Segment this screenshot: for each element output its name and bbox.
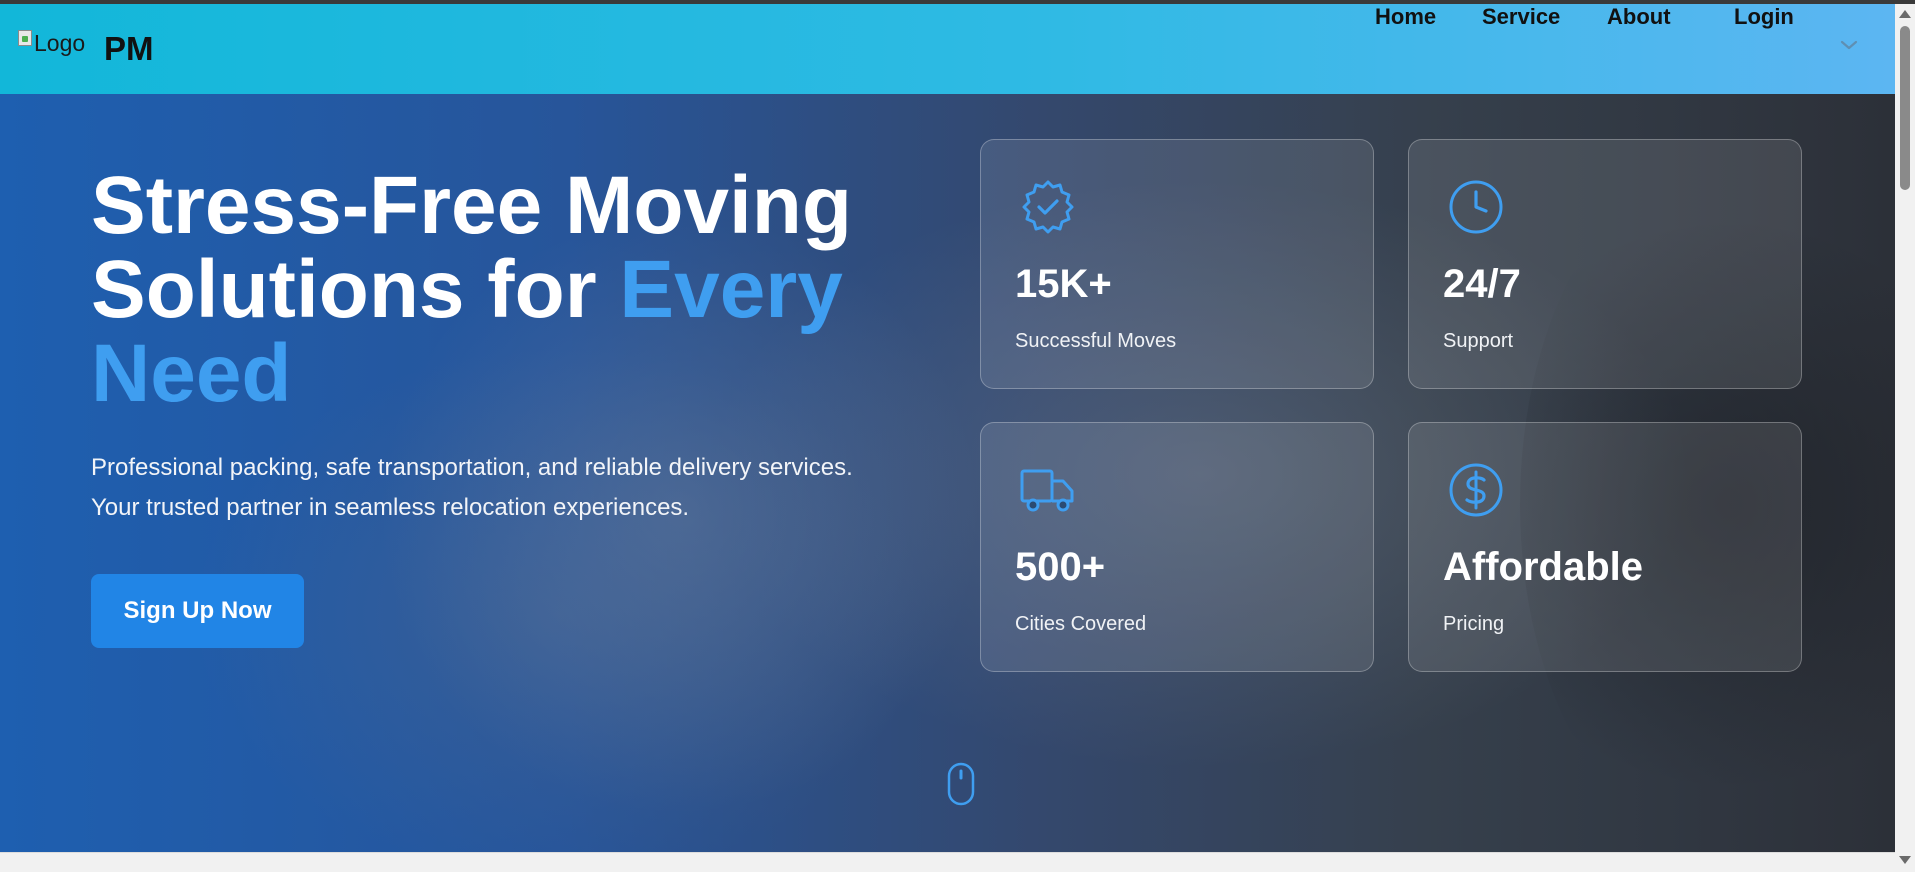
hero-headline: Stress-Free Moving Solutions for Every N… <box>91 164 951 416</box>
stat-card-moves: 15K+ Successful Moves <box>980 139 1374 389</box>
stat-label: Cities Covered <box>1015 613 1147 635</box>
subtext-line-1: Professional packing, safe transportatio… <box>91 454 853 481</box>
stat-value: 15K+ <box>1015 262 1112 306</box>
truck-icon <box>1020 469 1074 512</box>
clock-icon <box>1449 180 1503 234</box>
stat-card-pricing: Affordable Pricing <box>1408 422 1802 672</box>
stat-label: Successful Moves <box>1015 330 1177 352</box>
logo-image[interactable]: Logo <box>18 30 85 58</box>
stat-value: Affordable <box>1443 545 1643 589</box>
scroll-up-arrow-icon[interactable] <box>1899 10 1911 18</box>
logo-alt-text: Logo <box>34 30 86 56</box>
verified-badge-icon <box>1022 180 1074 234</box>
nav-login-link[interactable]: Login <box>1734 4 1794 30</box>
scroll-thumb[interactable] <box>1900 26 1910 190</box>
brand-name[interactable]: PM <box>104 30 154 68</box>
scroll-down-arrow-icon[interactable] <box>1899 856 1911 864</box>
page-scrollbar[interactable] <box>1895 4 1915 872</box>
nav-service-link[interactable]: Service <box>1482 4 1560 30</box>
stat-value: 24/7 <box>1443 262 1521 306</box>
stat-label: Support <box>1443 330 1514 352</box>
stat-card-cities: 500+ Cities Covered <box>980 422 1374 672</box>
navbar: Logo PM Home Service About Login <box>0 4 1895 94</box>
sign-up-button[interactable]: Sign Up Now <box>91 574 304 648</box>
mouse-scroll-icon[interactable] <box>947 762 975 806</box>
hero-subtext: Professional packing, safe transportatio… <box>91 448 951 528</box>
next-section-edge <box>0 852 1895 872</box>
stat-label: Pricing <box>1443 613 1505 635</box>
nav-home-link[interactable]: Home <box>1375 4 1436 30</box>
stat-card-support: 24/7 Support <box>1408 139 1802 389</box>
subtext-line-2: Your trusted partner in seamless relocat… <box>91 494 690 521</box>
dollar-icon <box>1449 463 1503 517</box>
broken-image-icon <box>18 30 32 46</box>
nav-about-link[interactable]: About <box>1607 4 1671 30</box>
chevron-down-icon[interactable] <box>1838 38 1860 52</box>
hero-section: Stress-Free Moving Solutions for Every N… <box>0 94 1895 852</box>
stat-value: 500+ <box>1015 545 1106 589</box>
